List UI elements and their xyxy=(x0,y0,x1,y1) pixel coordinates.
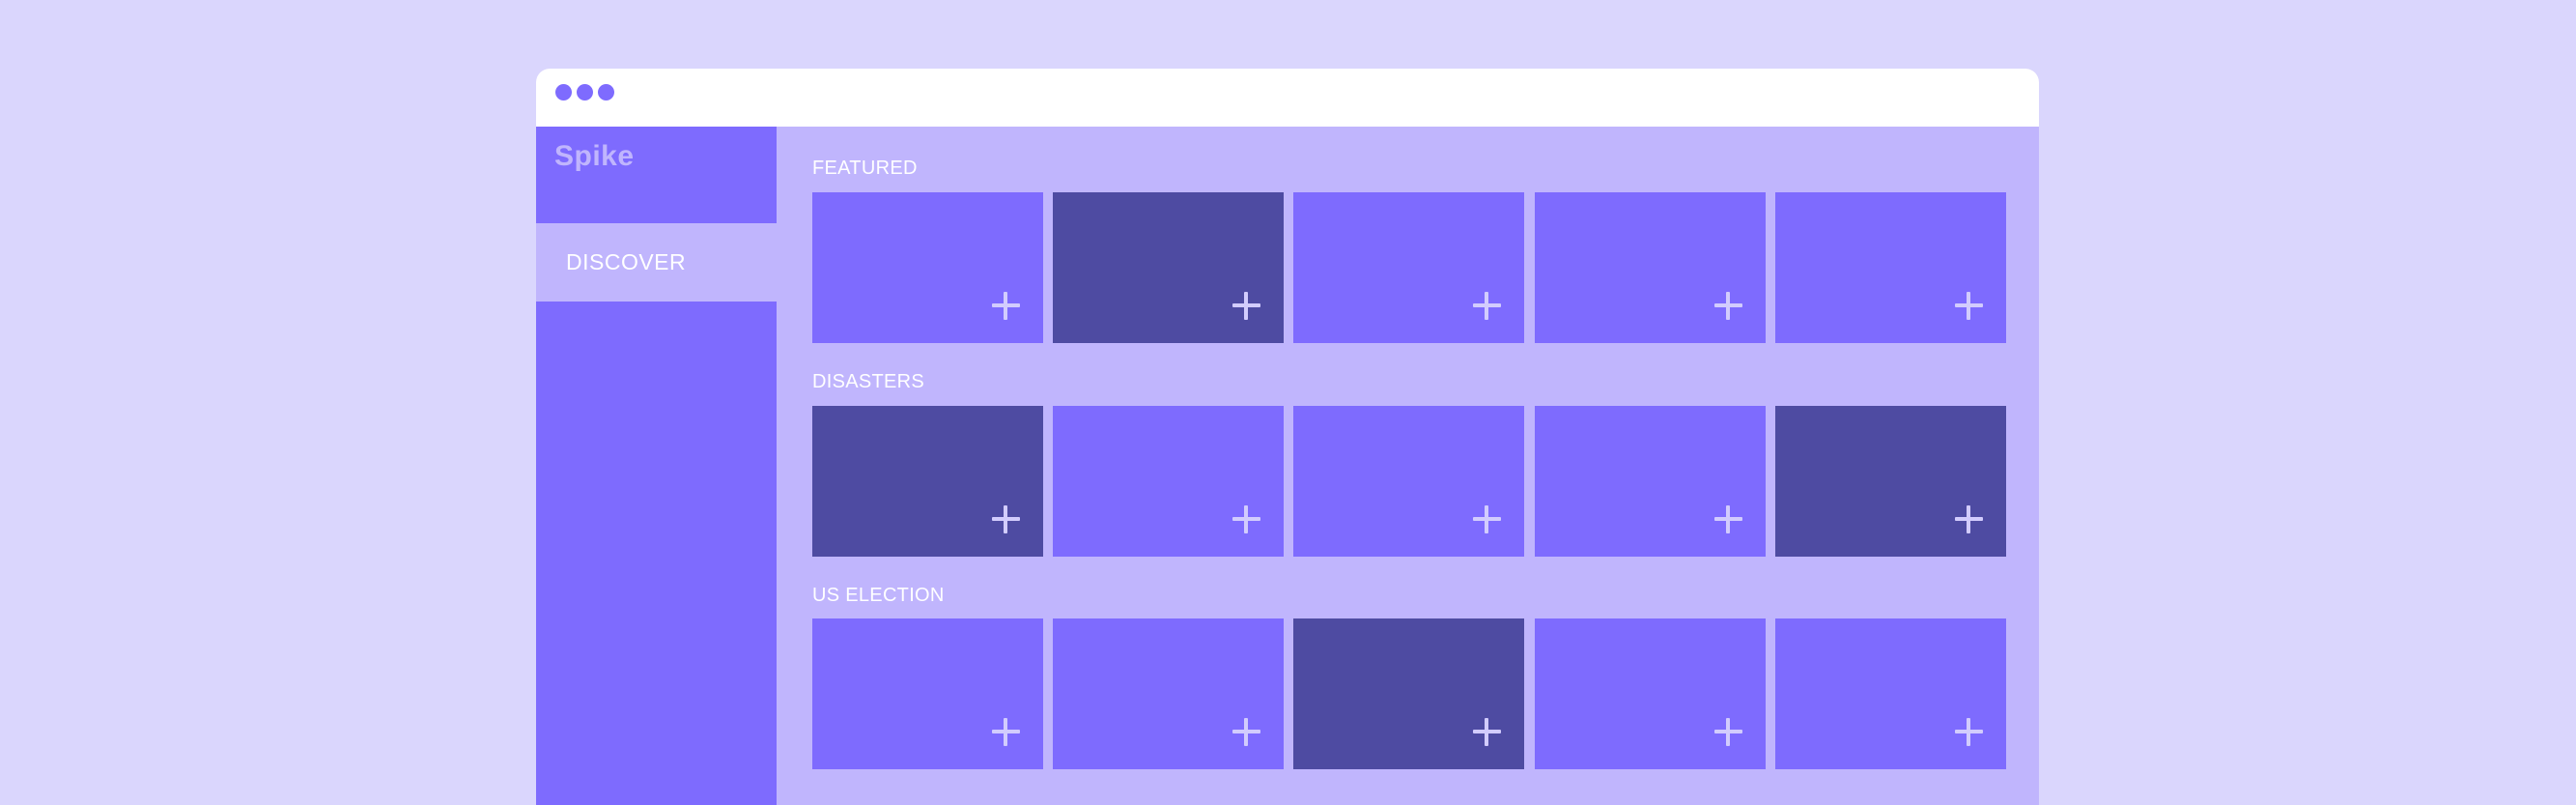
content-card[interactable] xyxy=(1293,406,1524,557)
section-title-disasters: DISASTERS xyxy=(812,371,925,392)
content-card[interactable] xyxy=(1293,618,1524,769)
window-control-dot[interactable] xyxy=(555,84,572,101)
content-card[interactable] xyxy=(1535,618,1766,769)
sidebar-item-label: DISCOVER xyxy=(566,249,687,274)
content-card[interactable] xyxy=(812,406,1043,557)
plus-icon[interactable] xyxy=(992,718,1020,746)
plus-icon[interactable] xyxy=(1955,718,1983,746)
sidebar-item-discover[interactable]: DISCOVER xyxy=(536,223,777,302)
plus-icon[interactable] xyxy=(1714,718,1742,746)
content-card[interactable] xyxy=(812,192,1043,343)
plus-icon[interactable] xyxy=(1232,718,1260,746)
content-card[interactable] xyxy=(1293,192,1524,343)
plus-icon[interactable] xyxy=(992,292,1020,320)
browser-window: Spike DISCOVER FEATURED DISASTERS US ELE… xyxy=(536,69,2039,805)
content-card[interactable] xyxy=(1535,406,1766,557)
plus-icon[interactable] xyxy=(1955,505,1983,533)
plus-icon[interactable] xyxy=(1232,292,1260,320)
window-control-dot[interactable] xyxy=(598,84,614,101)
content-card[interactable] xyxy=(812,618,1043,769)
plus-icon[interactable] xyxy=(1473,292,1501,320)
section-title-featured: FEATURED xyxy=(812,158,918,179)
plus-icon[interactable] xyxy=(992,505,1020,533)
section-title-us-election: US ELECTION xyxy=(812,585,945,606)
content-card[interactable] xyxy=(1053,618,1284,769)
window-control-dot[interactable] xyxy=(577,84,593,101)
plus-icon[interactable] xyxy=(1232,505,1260,533)
plus-icon[interactable] xyxy=(1473,505,1501,533)
content-card[interactable] xyxy=(1775,618,2006,769)
window-titlebar xyxy=(536,69,2039,127)
content-card[interactable] xyxy=(1053,406,1284,557)
plus-icon[interactable] xyxy=(1955,292,1983,320)
plus-icon[interactable] xyxy=(1714,292,1742,320)
sidebar: Spike DISCOVER xyxy=(536,127,777,805)
plus-icon[interactable] xyxy=(1473,718,1501,746)
content-card[interactable] xyxy=(1535,192,1766,343)
brand-logo: Spike xyxy=(554,140,635,172)
content-card[interactable] xyxy=(1775,406,2006,557)
content-card[interactable] xyxy=(1775,192,2006,343)
content-card[interactable] xyxy=(1053,192,1284,343)
plus-icon[interactable] xyxy=(1714,505,1742,533)
